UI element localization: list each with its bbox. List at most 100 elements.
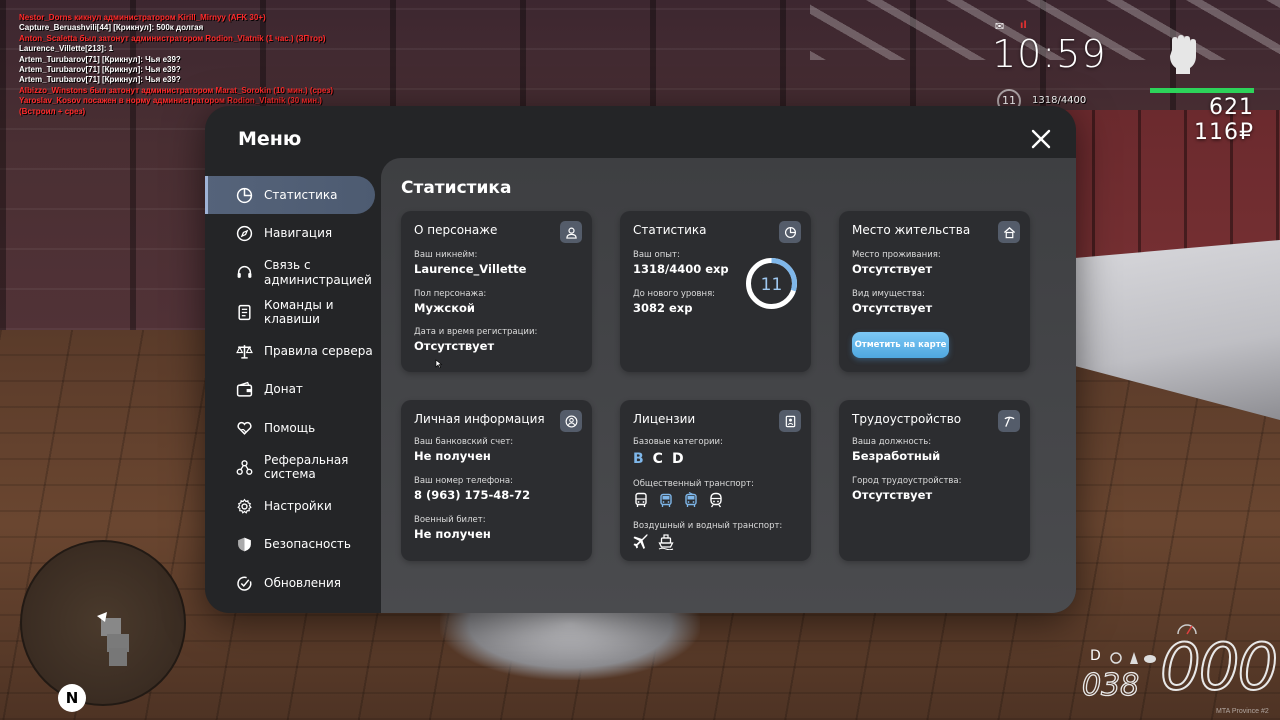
position-label: Ваша должность:	[852, 437, 932, 447]
chat-line: Artem_Turubarov[71] [Крикнул]: Чья е39?	[19, 65, 181, 75]
card-employment: Трудоустройство Ваша должность: Безработ…	[839, 400, 1030, 561]
chat-line: Artem_Turubarov[71] [Крикнул]: Чья е39?	[19, 75, 181, 85]
card-licenses: Лицензии Базовые категории: B C D Общест…	[620, 400, 811, 561]
air-water-label: Воздушный и водный транспорт:	[633, 521, 783, 531]
headset-icon	[237, 265, 252, 278]
registration-label: Дата и время регистрации:	[414, 327, 538, 337]
wallet-icon	[236, 381, 253, 397]
card-badge	[560, 410, 582, 432]
mouse-cursor-icon	[435, 359, 443, 369]
card-badge	[779, 410, 801, 432]
check-circle-icon	[237, 576, 252, 591]
chat-line: Laurence_Villette[213]: 1	[19, 44, 114, 54]
public-transport-icons	[633, 492, 724, 508]
card-title: Лицензии	[633, 412, 696, 426]
sidebar-item-label: Команды и клавиши	[264, 297, 334, 327]
sidebar-item-label: Связь с администрацией	[264, 258, 372, 287]
sidebar-item-contact-admin[interactable]: Связь с администрацией	[205, 253, 381, 292]
pie-chart-icon	[784, 226, 796, 238]
menu-title: Меню	[238, 128, 302, 150]
sidebar-item-navigation[interactable]: Навигация	[205, 215, 381, 253]
card-title: Место жительства	[852, 223, 971, 237]
license-category-d: D	[671, 451, 684, 467]
document-icon	[238, 304, 251, 320]
place-label: Место проживания:	[852, 250, 941, 260]
sidebar-item-help[interactable]: Помощь	[205, 409, 381, 447]
mark-on-map-button[interactable]: Отметить на карте	[852, 332, 949, 358]
card-residence: Место жительства Место проживания: Отсут…	[839, 211, 1030, 372]
card-character: О персонаже Ваш никнейм: Laurence_Villet…	[401, 211, 592, 372]
network-icon	[236, 459, 253, 475]
player-blip-icon	[97, 612, 129, 666]
content-panel: Статистика О персонаже Ваш никнейм: Laur…	[381, 158, 1076, 613]
chat-line: Artem_Turubarov[71] [Крикнул]: Чья е39?	[19, 54, 181, 64]
work-city-value: Отсутствует	[852, 488, 933, 502]
phone-value: 8 (963) 175-48-72	[414, 488, 531, 502]
exp-label: Ваш опыт:	[633, 250, 680, 260]
sidebar-item-label: Обновления	[264, 575, 342, 590]
user-icon	[565, 227, 577, 239]
heart-hand-icon	[237, 421, 252, 435]
sidebar-item-label: Навигация	[264, 226, 333, 241]
trolleybus-icon	[660, 493, 672, 507]
sidebar-item-label: Безопасность	[264, 537, 351, 552]
pickaxe-icon	[1004, 416, 1014, 427]
sidebar-item-security[interactable]: Безопасность	[205, 526, 381, 564]
chat-line: Capture_Beruashvili[44] [Крикнул]: 500к …	[19, 23, 204, 33]
signal-icon: ıl	[1020, 20, 1027, 31]
work-city-label: Город трудоустройства:	[852, 476, 962, 486]
sidebar-item-rules[interactable]: Правила сервера	[205, 332, 381, 370]
gender-label: Пол персонажа:	[414, 289, 487, 299]
sidebar-item-referral[interactable]: Реферальная система	[205, 448, 381, 487]
phone-label: Ваш номер телефона:	[414, 476, 513, 486]
chat-line: Anton_Scaletta был затонут администратор…	[19, 33, 326, 43]
hud-exp: 1318/4400	[1032, 95, 1087, 106]
sidebar-item-settings[interactable]: Настройки	[205, 487, 381, 525]
public-transport-label: Общественный транспорт:	[633, 479, 754, 489]
air-water-icons	[633, 534, 674, 550]
military-value: Не получен	[414, 527, 491, 541]
sidebar-item-donate[interactable]: Донат	[205, 371, 381, 409]
watermark: MTA Province #2	[1216, 708, 1269, 715]
sidebar-item-label: Донат	[264, 382, 303, 397]
card-title: Статистика	[633, 223, 707, 237]
property-value: Отсутствует	[852, 301, 933, 315]
base-categories-label: Базовые категории:	[633, 437, 723, 447]
close-icon[interactable]	[1027, 125, 1055, 153]
fist-weapon-icon	[1170, 35, 1196, 74]
gender-value: Мужской	[414, 301, 475, 315]
chat-line: Nestor_Dorns кикнул администратором Kiri…	[19, 13, 266, 22]
menu-window: Меню Статистика Навигация Связь с админи…	[205, 106, 1076, 613]
license-category-c: C	[652, 451, 663, 467]
sidebar-item-updates[interactable]: Обновления	[205, 564, 381, 602]
level-number: 11	[761, 275, 783, 295]
compass-north: N	[58, 684, 86, 712]
train-icon	[710, 492, 722, 508]
exp-value: 1318/4400 exp	[633, 262, 729, 276]
compass-icon	[236, 225, 253, 242]
license-categories: B C D	[633, 451, 684, 467]
vehicle-status-icons	[1110, 652, 1156, 664]
sidebar-item-label: Статистика	[264, 187, 338, 202]
sidebar-item-label: Помощь	[264, 420, 316, 435]
house-icon	[1003, 226, 1015, 238]
sidebar-item-label: Правила сервера	[264, 343, 373, 358]
fuel-readout: 038	[1081, 667, 1140, 703]
id-card-icon	[785, 415, 795, 427]
bank-value: Не получен	[414, 449, 491, 463]
health-bar-fill	[1150, 88, 1254, 93]
pie-chart-icon	[236, 187, 253, 203]
card-title: Трудоустройство	[852, 412, 962, 426]
sidebar-item-commands[interactable]: Команды и клавиши	[205, 293, 381, 332]
military-label: Военный билет:	[414, 515, 486, 525]
card-badge	[998, 410, 1020, 432]
health-bar	[1150, 88, 1254, 93]
bank-label: Ваш банковский счет:	[414, 437, 514, 447]
nick-value: Laurence_Villette	[414, 262, 527, 276]
level-progress-ring: 11	[746, 258, 797, 309]
sidebar: Статистика Навигация Связь с администрац…	[205, 176, 381, 603]
user-circle-icon	[565, 415, 577, 427]
place-value: Отсутствует	[852, 262, 933, 276]
money: 621 116₽	[1194, 95, 1254, 145]
sidebar-item-statistics[interactable]: Статистика	[205, 176, 375, 214]
